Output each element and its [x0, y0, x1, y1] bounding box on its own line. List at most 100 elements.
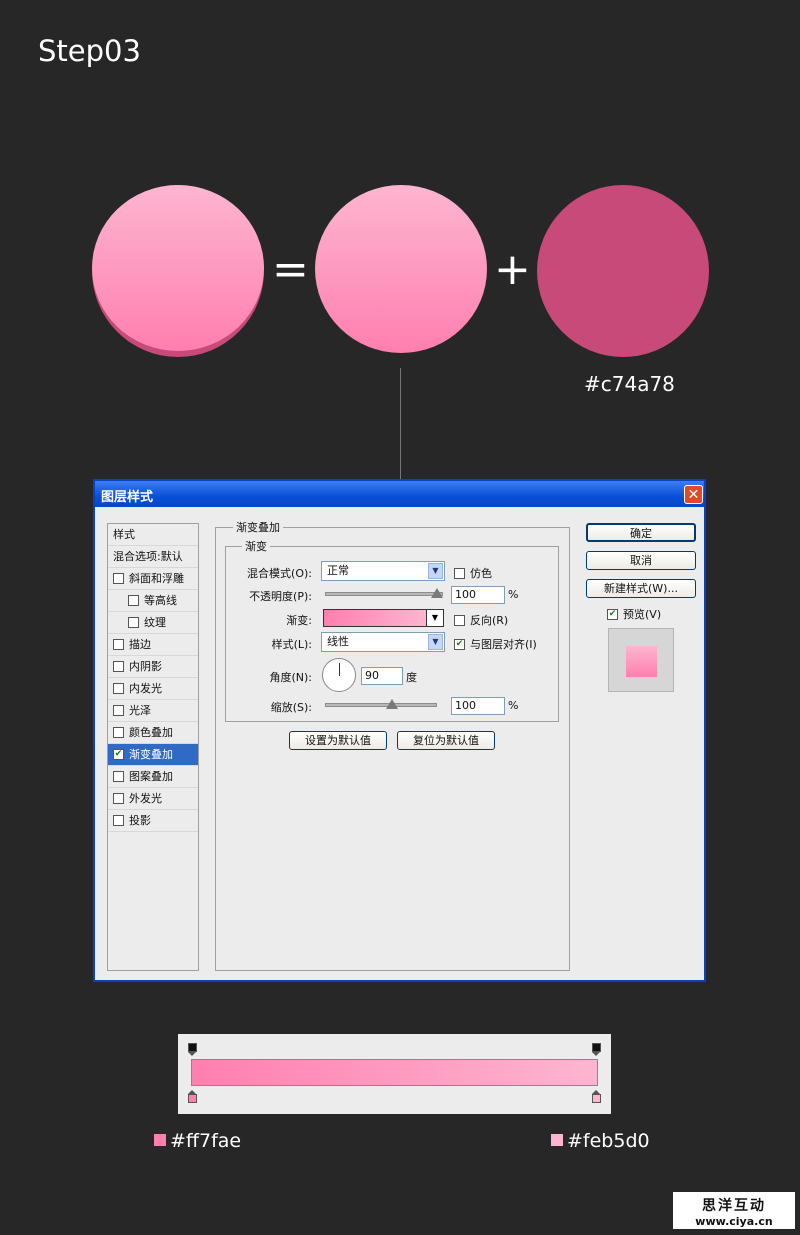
chevron-down-icon: ▼ — [428, 634, 443, 650]
opacity-input[interactable]: 100 — [451, 586, 505, 604]
blend-mode-value: 正常 — [327, 564, 349, 577]
equals-sign: = — [272, 244, 309, 295]
scale-slider-track[interactable] — [325, 703, 437, 707]
gradient-editor-bar — [178, 1034, 611, 1114]
opacity-stop-left[interactable] — [188, 1043, 197, 1056]
sidebar-item[interactable]: ✔ 渐变叠加 — [108, 744, 198, 766]
opacity-slider-thumb[interactable] — [431, 588, 443, 598]
sidebar-item-label: 纹理 — [144, 616, 166, 629]
checkbox-icon[interactable] — [113, 660, 124, 672]
dither-label: 仿色 — [470, 567, 492, 580]
align-layer-label: 与图层对齐(I) — [470, 638, 537, 651]
color-stop-right[interactable] — [592, 1090, 601, 1103]
opacity-stop-right[interactable] — [592, 1043, 601, 1056]
style-value: 线性 — [327, 635, 349, 648]
sidebar-item[interactable]: 颜色叠加 — [108, 722, 198, 744]
checkbox-icon[interactable] — [113, 814, 124, 826]
checkbox-icon[interactable] — [128, 616, 139, 628]
right-color-label: #feb5d0 — [551, 1130, 650, 1152]
sidebar-item[interactable]: 光泽 — [108, 700, 198, 722]
left-color-label: #ff7fae — [154, 1130, 241, 1152]
sidebar-item-label: 渐变叠加 — [129, 748, 173, 761]
angle-dial[interactable] — [322, 658, 356, 692]
sidebar-item[interactable]: 等高线 — [108, 590, 198, 612]
sidebar-item-label: 光泽 — [129, 704, 151, 717]
ok-button[interactable]: 确定 — [586, 523, 696, 542]
checkbox-icon[interactable] — [113, 792, 124, 804]
style-select[interactable]: 线性 ▼ — [321, 632, 445, 652]
gradient-swatch[interactable] — [323, 609, 427, 627]
checkbox-icon[interactable] — [113, 726, 124, 738]
set-default-button[interactable]: 设置为默认值 — [289, 731, 387, 750]
checkbox-icon[interactable] — [113, 638, 124, 650]
opacity-label: 不透明度(P): — [249, 590, 312, 603]
checkbox-icon[interactable] — [128, 594, 139, 606]
blend-mode-label: 混合模式(O): — [247, 567, 312, 580]
checkbox-icon[interactable] — [113, 682, 124, 694]
sidebar-item[interactable]: 描边 — [108, 634, 198, 656]
gradient-circle — [315, 185, 487, 353]
sidebar-item-label: 等高线 — [144, 594, 177, 607]
checkbox-icon[interactable] — [113, 572, 124, 584]
sidebar-blend-options[interactable]: 混合选项:默认 — [108, 546, 198, 568]
angle-label: 角度(N): — [269, 671, 312, 684]
style-label: 样式(L): — [271, 638, 312, 651]
close-icon[interactable]: ✕ — [684, 485, 703, 504]
scale-unit: % — [508, 699, 519, 712]
style-preview — [608, 628, 674, 692]
right-color-hex: #feb5d0 — [567, 1130, 650, 1152]
sidebar-item-label: 外发光 — [129, 792, 162, 805]
connector-line — [400, 368, 401, 480]
angle-unit: 度 — [406, 671, 417, 684]
reset-default-button[interactable]: 复位为默认值 — [397, 731, 495, 750]
preview-swatch — [626, 646, 657, 677]
sidebar-item[interactable]: 内发光 — [108, 678, 198, 700]
sidebar-item-label: 内发光 — [129, 682, 162, 695]
reverse-checkbox[interactable]: 反向(R) — [454, 612, 508, 628]
cancel-button[interactable]: 取消 — [586, 551, 696, 570]
reverse-label: 反向(R) — [470, 614, 509, 627]
sidebar-item-label: 颜色叠加 — [129, 726, 173, 739]
sidebar-item-label: 图案叠加 — [129, 770, 173, 783]
checkbox-icon — [454, 614, 465, 626]
group-title: 渐变 — [242, 538, 270, 554]
checkbox-icon[interactable] — [113, 704, 124, 716]
new-style-button[interactable]: 新建样式(W)... — [586, 579, 696, 598]
sidebar-item[interactable]: 斜面和浮雕 — [108, 568, 198, 590]
gradient-label: 渐变: — [286, 614, 312, 627]
color-chip — [154, 1133, 166, 1146]
chevron-down-icon[interactable]: ▼ — [427, 609, 444, 627]
check-icon: ✔ — [454, 638, 465, 650]
blend-mode-select[interactable]: 正常 ▼ — [321, 561, 445, 581]
checkbox-icon[interactable] — [113, 770, 124, 782]
plus-sign: + — [494, 244, 531, 295]
sidebar-item[interactable]: 内阴影 — [108, 656, 198, 678]
color-chip — [551, 1133, 563, 1146]
sidebar-item-label: 描边 — [129, 638, 151, 651]
scale-slider-thumb[interactable] — [386, 699, 399, 709]
dialog-titlebar[interactable]: 图层样式 ✕ — [95, 481, 704, 507]
dither-checkbox[interactable]: 仿色 — [454, 565, 492, 581]
sidebar-item-label: 斜面和浮雕 — [129, 572, 184, 585]
check-icon[interactable]: ✔ — [113, 748, 124, 760]
section-title: 渐变叠加 — [233, 519, 283, 535]
sidebar-item[interactable]: 外发光 — [108, 788, 198, 810]
sidebar-item[interactable]: 纹理 — [108, 612, 198, 634]
opacity-unit: % — [508, 588, 519, 601]
preview-checkbox[interactable]: ✔ 预览(V) — [607, 606, 661, 622]
sidebar-header[interactable]: 样式 — [108, 524, 198, 546]
color-stop-left[interactable] — [188, 1090, 197, 1103]
sidebar-item[interactable]: 图案叠加 — [108, 766, 198, 788]
layer-style-dialog: 图层样式 ✕ 样式 混合选项:默认 斜面和浮雕等高线纹理描边内阴影内发光光泽颜色… — [93, 479, 706, 982]
sidebar-item[interactable]: 投影 — [108, 810, 198, 832]
step-title: Step03 — [38, 34, 141, 68]
angle-input[interactable]: 90 — [361, 667, 403, 685]
scale-input[interactable]: 100 — [451, 697, 505, 715]
styles-sidebar: 样式 混合选项:默认 斜面和浮雕等高线纹理描边内阴影内发光光泽颜色叠加 ✔ 渐变叠加… — [107, 523, 199, 971]
base-color-label: #c74a78 — [584, 372, 675, 396]
scale-label: 缩放(S): — [270, 701, 312, 714]
align-layer-checkbox[interactable]: ✔ 与图层对齐(I) — [454, 636, 537, 652]
base-circle — [537, 185, 709, 357]
opacity-slider-track[interactable] — [325, 592, 443, 596]
watermark-logo: 思洋互动 www.ciya.cn — [673, 1192, 795, 1229]
